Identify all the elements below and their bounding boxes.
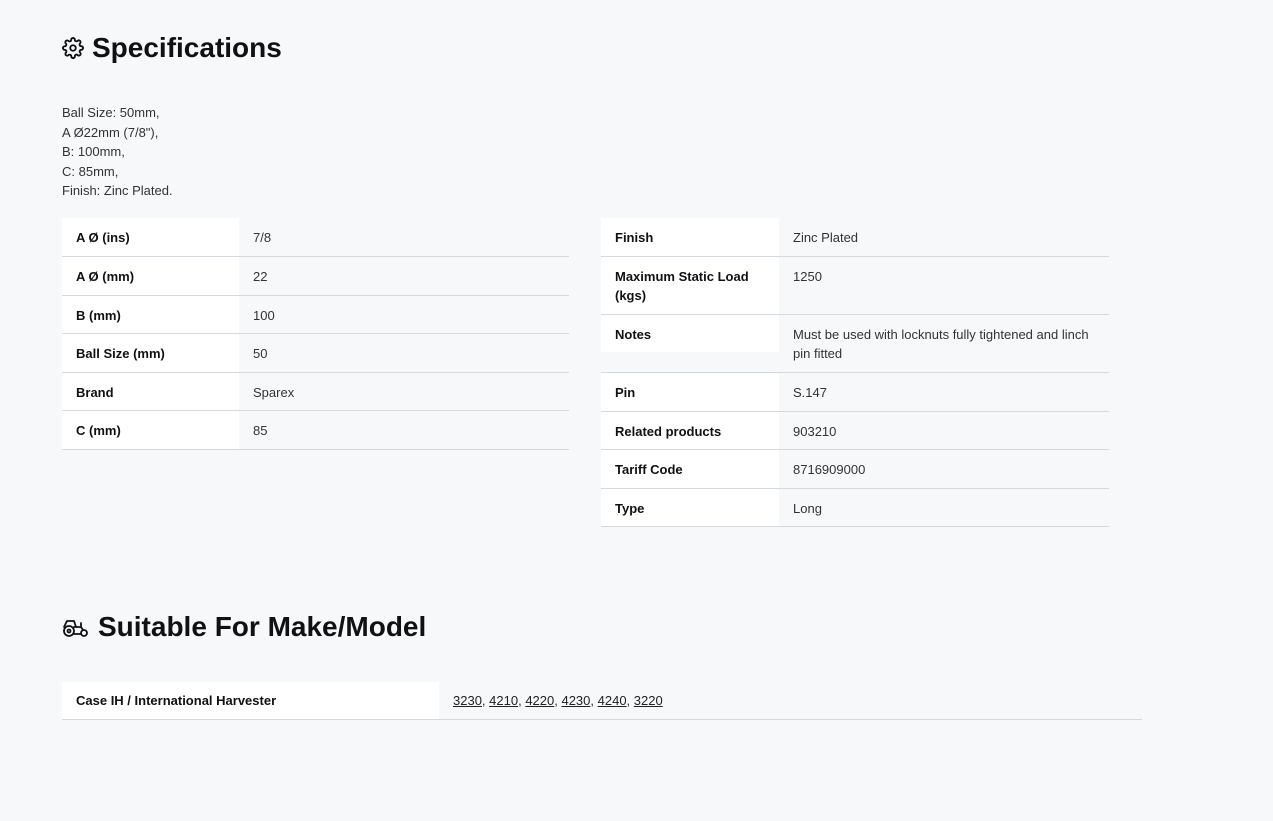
spec-value: Zinc Plated	[779, 218, 1109, 257]
spec-key: Notes	[601, 315, 779, 352]
spec-value: Sparex	[239, 372, 569, 411]
spec-value: 100	[239, 295, 569, 334]
spec-row: B (mm) 100	[62, 295, 569, 334]
spec-row: Ball Size (mm) 50	[62, 333, 569, 373]
description-line: Ball Size: 50mm,	[62, 105, 160, 120]
model-link-4240[interactable]: 4240	[598, 693, 627, 708]
spec-row: Type Long	[601, 488, 1109, 527]
spec-value: Long	[779, 488, 1109, 527]
spec-row: Tariff Code 8716909000	[601, 449, 1109, 489]
description-line: C: 85mm,	[62, 163, 119, 179]
spec-key: A Ø (ins)	[62, 218, 239, 257]
specifications-heading: Specifications	[62, 32, 282, 64]
make-name: Case IH / International Harvester	[62, 682, 439, 720]
spec-row: Pin S.147	[601, 372, 1109, 412]
spec-value: 7/8	[239, 218, 569, 257]
suitable-title: Suitable For Make/Model	[98, 611, 427, 642]
specifications-title: Specifications	[92, 32, 282, 63]
spec-key-cell: Notes	[601, 314, 779, 373]
model-link-4230[interactable]: 4230	[561, 693, 590, 708]
model-list: 3230, 4210, 4220, 4230, 4240, 3220	[439, 682, 1142, 720]
model-link-3230[interactable]: 3230	[453, 693, 482, 708]
spec-row: Related products 903210	[601, 411, 1109, 450]
spec-row: Notes Must be used with locknuts fully t…	[601, 314, 1109, 373]
spec-key: C (mm)	[62, 410, 239, 450]
spec-value: 85	[239, 410, 569, 450]
make-model-table: Case IH / International Harvester 3230, …	[62, 682, 1142, 720]
spec-key: Finish	[601, 218, 779, 257]
suitable-heading: Suitable For Make/Model	[62, 611, 426, 643]
spec-key: Related products	[601, 411, 779, 450]
spec-row: A Ø (mm) 22	[62, 256, 569, 296]
spec-value: 903210	[779, 411, 1109, 450]
spec-row: Maximum Static Load (kgs) 1250	[601, 256, 1109, 315]
specifications-description: Ball Size: 50mm, A Ø22mm (7/8"), B: 100m…	[62, 103, 173, 201]
spec-key: Type	[601, 488, 779, 527]
spec-value: Must be used with locknuts fully tighten…	[779, 314, 1109, 373]
spec-row: C (mm) 85	[62, 410, 569, 450]
spec-row: Finish Zinc Plated	[601, 218, 1109, 257]
spec-key: Brand	[62, 372, 239, 411]
tractor-icon	[62, 616, 90, 638]
description-line: B: 100mm,	[62, 144, 125, 159]
spec-value: S.147	[779, 372, 1109, 412]
spec-key: Ball Size (mm)	[62, 333, 239, 373]
spec-key: Tariff Code	[601, 449, 779, 489]
model-link-4210[interactable]: 4210	[489, 693, 518, 708]
spec-key: B (mm)	[62, 295, 239, 334]
spec-table-left: A Ø (ins) 7/8 A Ø (mm) 22 B (mm) 100 Bal…	[62, 218, 569, 450]
spec-row: Brand Sparex	[62, 372, 569, 411]
description-line: A Ø22mm (7/8"),	[62, 124, 159, 140]
description-line: Finish: Zinc Plated.	[62, 183, 173, 198]
spec-value: 22	[239, 256, 569, 296]
spec-table-right: Finish Zinc Plated Maximum Static Load (…	[601, 218, 1109, 527]
spec-value: 50	[239, 333, 569, 373]
make-row: Case IH / International Harvester 3230, …	[62, 682, 1142, 720]
spec-value: 8716909000	[779, 449, 1109, 489]
spec-key: Pin	[601, 372, 779, 412]
gear-icon	[62, 37, 84, 59]
spec-value: 1250	[779, 256, 1109, 315]
spec-key: A Ø (mm)	[62, 256, 239, 296]
model-link-4220[interactable]: 4220	[525, 693, 554, 708]
spec-row: A Ø (ins) 7/8	[62, 218, 569, 257]
spec-key: Maximum Static Load (kgs)	[601, 256, 779, 315]
model-link-3220[interactable]: 3220	[634, 693, 663, 708]
